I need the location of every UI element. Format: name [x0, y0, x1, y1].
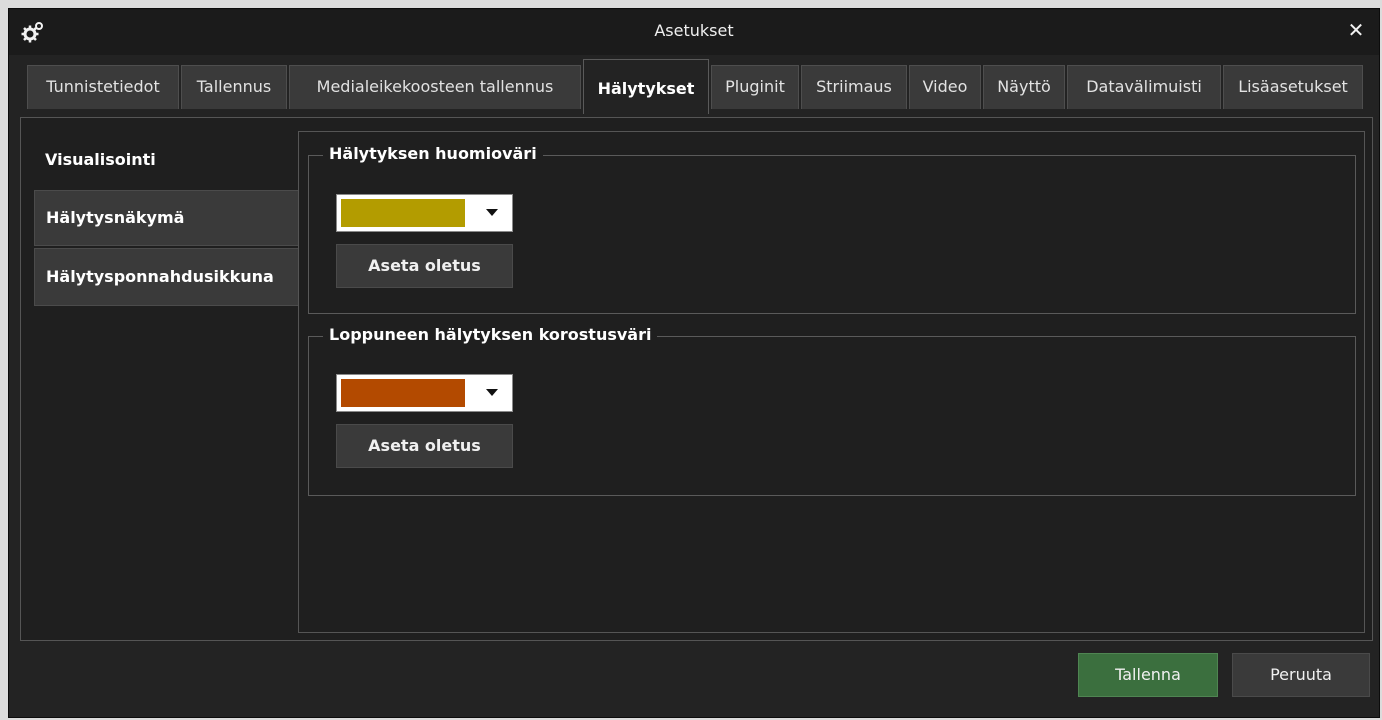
- attention-color-swatch: [341, 199, 465, 227]
- dialog-title: Asetukset: [654, 21, 734, 40]
- tab-naytto[interactable]: Näyttö: [983, 65, 1065, 109]
- settings-dialog: Asetukset ✕ Tunnistetiedot Tallennus Med…: [8, 8, 1380, 718]
- save-button[interactable]: Tallenna: [1078, 653, 1218, 697]
- attention-color-group: Hälytyksen huomioväri Aseta oletus: [308, 144, 1356, 314]
- expired-reset-button[interactable]: Aseta oletus: [336, 424, 513, 468]
- tab-content: Visualisointi Hälytysnäkymä Hälytysponna…: [20, 117, 1373, 641]
- sidebar-item-halytysponnahdusikkuna[interactable]: Hälytysponnahdusikkuna: [34, 248, 300, 306]
- close-icon[interactable]: ✕: [1343, 17, 1369, 43]
- tab-halytykset[interactable]: Hälytykset: [583, 59, 709, 114]
- attention-color-picker[interactable]: [336, 194, 513, 232]
- attention-color-legend: Hälytyksen huomioväri: [323, 144, 543, 163]
- cancel-button[interactable]: Peruuta: [1232, 653, 1370, 697]
- tab-datavalimuisti[interactable]: Datavälimuisti: [1067, 65, 1221, 109]
- tab-tunnistetiedot[interactable]: Tunnistetiedot: [27, 65, 179, 109]
- sidebar-item-halytysnakyma[interactable]: Hälytysnäkymä: [34, 190, 300, 246]
- tab-lisaasetukset[interactable]: Lisäasetukset: [1223, 65, 1363, 109]
- expired-color-swatch: [341, 379, 465, 407]
- tab-pluginit[interactable]: Pluginit: [711, 65, 799, 109]
- tab-medialeikekoosteen-tallennus[interactable]: Medialeikekoosteen tallennus: [289, 65, 581, 109]
- title-bar: Asetukset ✕: [9, 9, 1379, 55]
- tab-striimaus[interactable]: Striimaus: [801, 65, 907, 109]
- sidebar-item-visualisointi[interactable]: Visualisointi: [34, 132, 300, 188]
- visualization-panel: Hälytyksen huomioväri Aseta oletus Loppu…: [298, 131, 1365, 633]
- chevron-down-icon: [486, 389, 498, 396]
- tab-video[interactable]: Video: [909, 65, 981, 109]
- expired-color-picker[interactable]: [336, 374, 513, 412]
- tab-tallennus[interactable]: Tallennus: [181, 65, 287, 109]
- chevron-down-icon: [486, 209, 498, 216]
- attention-reset-button[interactable]: Aseta oletus: [336, 244, 513, 288]
- expired-color-group: Loppuneen hälytyksen korostusväri Aseta …: [308, 325, 1356, 496]
- expired-color-legend: Loppuneen hälytyksen korostusväri: [323, 325, 658, 344]
